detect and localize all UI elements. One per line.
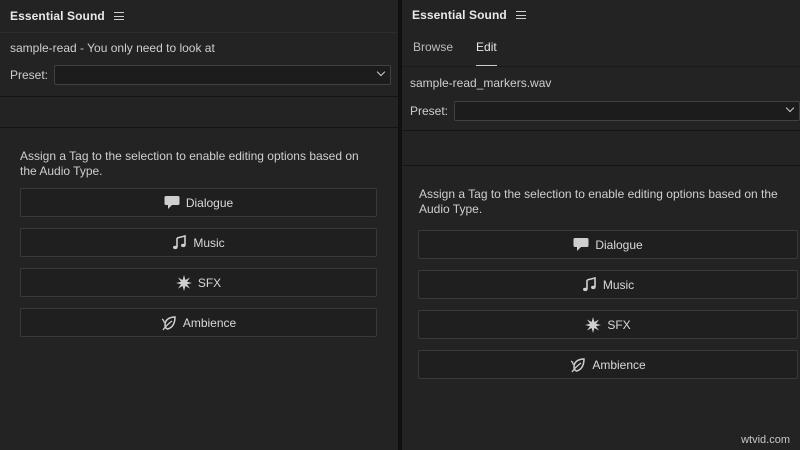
watermark: wtvid.com <box>741 434 790 446</box>
preset-dropdown[interactable] <box>54 65 392 85</box>
essential-sound-panel-right: Essential Sound Browse Edit sample-read_… <box>402 0 800 450</box>
tag-button-label: Music <box>602 277 635 292</box>
chevron-down-icon <box>785 103 795 113</box>
panel-menu-icon[interactable] <box>515 11 526 19</box>
tag-button-label: Ambience <box>182 315 237 330</box>
dialogue-tag-button[interactable]: Dialogue <box>20 188 377 217</box>
leaf-icon <box>570 357 586 373</box>
dialogue-tag-button[interactable]: Dialogue <box>418 230 798 259</box>
preset-row: Preset: <box>0 62 398 88</box>
assign-tag-text: Assign a Tag to the selection to enable … <box>419 187 778 216</box>
ambience-tag-button[interactable]: Ambience <box>20 308 377 337</box>
panel-header: Essential Sound <box>402 0 800 30</box>
speech-bubble-icon <box>573 237 589 252</box>
preset-label: Preset: <box>10 68 49 82</box>
preset-label: Preset: <box>410 104 449 118</box>
tag-button-label: Ambience <box>592 357 646 372</box>
music-tag-button[interactable]: Music <box>20 228 377 257</box>
tag-button-label: SFX <box>607 317 631 332</box>
essential-sound-panel-left: Essential Sound sample-read - You only n… <box>0 0 398 450</box>
sfx-tag-button[interactable]: SFX <box>20 268 377 297</box>
tab-edit[interactable]: Edit <box>476 40 497 66</box>
tag-button-label: Dialogue <box>595 237 643 252</box>
panel-title: Essential Sound <box>412 8 507 22</box>
preset-row: Preset: <box>402 98 800 124</box>
ambience-tag-button[interactable]: Ambience <box>418 350 798 379</box>
tab-bar: Browse Edit <box>402 30 800 66</box>
clip-name: sample-read - You only need to look at <box>0 32 398 62</box>
assign-tag-text: Assign a Tag to the selection to enable … <box>20 149 359 178</box>
music-note-icon <box>172 235 187 250</box>
leaf-icon <box>161 315 177 331</box>
tag-button-label: Music <box>193 235 225 250</box>
chevron-down-icon <box>376 67 386 77</box>
preset-dropdown[interactable] <box>454 101 800 121</box>
burst-icon <box>585 316 602 333</box>
tag-button-label: SFX <box>197 275 222 290</box>
tag-button-label: Dialogue <box>185 195 234 210</box>
clip-name: sample-read_markers.wav <box>402 66 800 98</box>
burst-icon <box>175 274 192 291</box>
sfx-tag-button[interactable]: SFX <box>418 310 798 339</box>
music-note-icon <box>582 277 597 292</box>
panel-menu-icon[interactable] <box>113 12 124 20</box>
tab-browse[interactable]: Browse <box>413 40 453 57</box>
speech-bubble-icon <box>164 195 180 210</box>
music-tag-button[interactable]: Music <box>418 270 798 299</box>
panel-title: Essential Sound <box>10 9 105 23</box>
panel-header: Essential Sound <box>0 0 398 32</box>
